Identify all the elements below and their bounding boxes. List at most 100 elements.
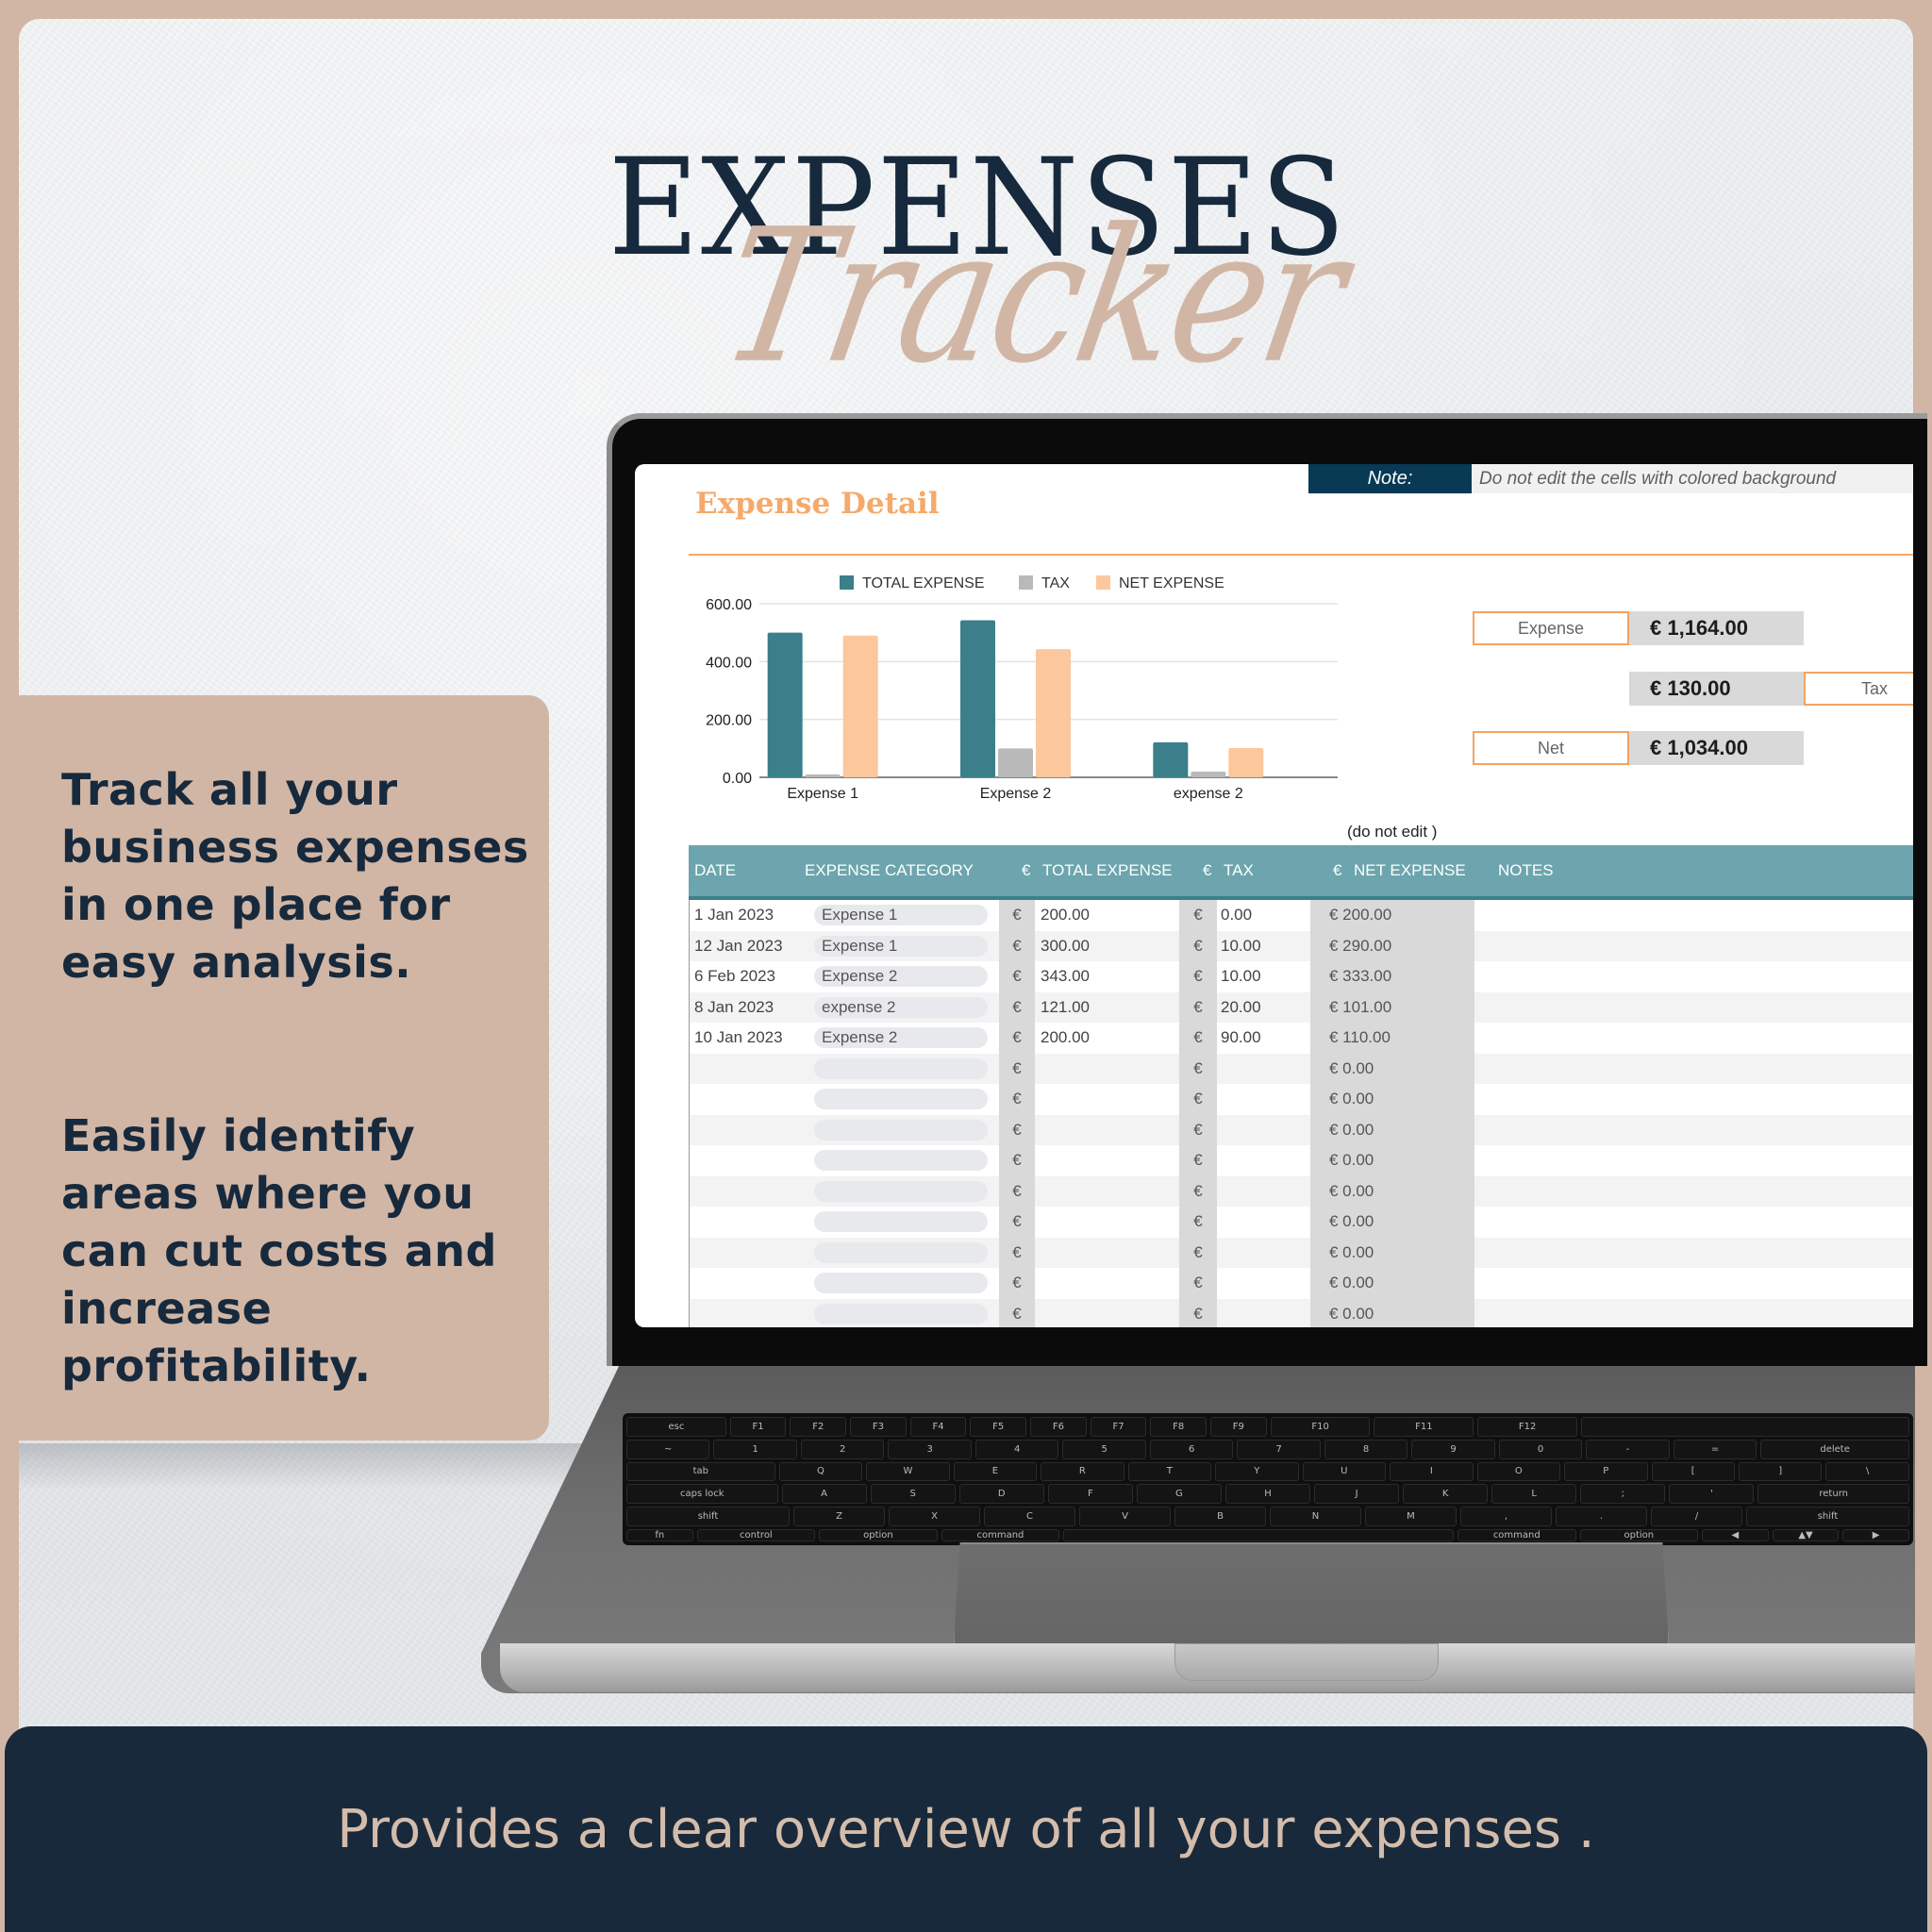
keyboard-key: F [1047,1484,1133,1505]
keyboard-key: command [1457,1528,1576,1541]
cell-total-currency: € [999,1053,1035,1084]
table-row: 12 Jan 2023 Expense 1 €300.00 €10.00 € 290.0… [690,930,1913,962]
summary-net-value: € 1,034.00 [1629,731,1804,765]
cell-net-expense: € 101.00 [1310,991,1474,1023]
cell-date[interactable]: 10 Jan 2023 [694,1023,783,1054]
feature-panel: Track all your business expenses in one … [19,695,549,1441]
expense-table-body: 1 Jan 2023 Expense 1 €200.00 €0.00 € 200.00 1… [689,900,1913,1327]
cell-date[interactable]: 1 Jan 2023 [694,900,774,931]
cell-net-expense: € 110.00 [1310,1023,1474,1054]
keyboard-key: option [819,1528,938,1541]
keyboard-key: U [1302,1461,1387,1482]
cell-category[interactable] [814,1211,988,1232]
keyboard-key: F1 [729,1417,787,1437]
cell-category[interactable] [814,1150,988,1171]
keyboard-row: esc F1 F2 F3 F4 F5 F6 F7 F8 F9 F10 F11 F12 [626,1417,1909,1437]
spreadsheet-screen: Expense Detail Note: Do not edit the cel… [635,464,1913,1327]
chart-bar [998,748,1033,777]
cell-category[interactable] [814,1303,988,1324]
cell-tax-currency: € [1179,991,1217,1023]
keyboard-key: C [984,1507,1075,1526]
cell-category[interactable]: Expense 1 [814,905,988,925]
cell-category[interactable]: Expense 1 [814,935,988,957]
col-total-expense[interactable]: TOTAL EXPENSE [1042,845,1173,896]
keyboard-key: - [1586,1439,1670,1459]
x-category-label: Expense 1 [787,786,858,802]
cell-category[interactable] [814,1241,988,1263]
cell-date[interactable]: 6 Feb 2023 [694,961,775,992]
keyboard-key: = [1673,1439,1757,1459]
col-date[interactable]: DATE [694,845,736,896]
keyboard-key: 6 [1149,1439,1234,1459]
cell-tax[interactable]: 90.00 [1221,1023,1261,1054]
keyboard-key: B [1174,1507,1266,1526]
table-header: DATE EXPENSE CATEGORY € TOTAL EXPENSE € … [689,845,1913,900]
y-tick-label: 400.00 [706,655,752,671]
legend-label: TOTAL EXPENSE [862,575,985,591]
cell-total-expense[interactable]: 200.00 [1041,900,1090,931]
cell-tax-currency: € [1179,1175,1217,1207]
cell-category[interactable]: Expense 2 [814,1027,988,1048]
keyboard-key: caps lock [626,1484,778,1505]
summary-expense-label: Expense [1473,611,1629,645]
keyboard-key: F5 [970,1417,1027,1437]
cell-total-expense[interactable]: 200.00 [1041,1023,1090,1054]
cell-category[interactable] [814,1180,988,1202]
cell-category[interactable] [814,1058,988,1079]
cell-date[interactable]: 12 Jan 2023 [694,931,783,962]
keyboard-key: X [889,1507,980,1526]
col-notes[interactable]: NOTES [1498,845,1554,896]
cell-tax[interactable]: 0.00 [1221,900,1252,931]
table-row: € € € 0.00 [690,1207,1913,1238]
legend-swatch [1019,575,1033,590]
keyboard-key: H [1224,1484,1311,1505]
cell-category[interactable] [814,1273,988,1293]
keyboard-key: 5 [1062,1439,1146,1459]
legend-swatch [1096,575,1110,590]
keyboard-key: M [1365,1507,1457,1526]
keyboard-key: command [941,1528,1060,1541]
keyboard-key: F11 [1374,1417,1474,1437]
cell-total-expense[interactable]: 300.00 [1041,931,1090,962]
cell-total-expense[interactable]: 121.00 [1041,992,1090,1024]
keyboard-key: 0 [1498,1439,1583,1459]
cell-net-expense: € 0.00 [1310,1207,1474,1238]
cell-category[interactable]: expense 2 [814,996,988,1018]
cell-net-expense: € 0.00 [1310,1145,1474,1176]
cell-total-currency: € [999,1084,1035,1115]
keyboard-key: F6 [1030,1417,1087,1437]
col-net-expense[interactable]: NET EXPENSE [1354,845,1466,896]
cell-total-expense[interactable]: 343.00 [1041,961,1090,992]
cell-net-expense: € 290.00 [1310,930,1474,961]
keyboard-key: delete [1760,1439,1909,1459]
cell-category[interactable]: Expense 2 [814,966,988,987]
cell-tax-currency: € [1179,930,1217,961]
keyboard-key: ; [1580,1484,1666,1505]
cell-category[interactable] [814,1119,988,1141]
cell-tax[interactable]: 10.00 [1221,961,1261,992]
col-net-currency: € [1333,861,1342,879]
keyboard-key: ~ [626,1439,710,1459]
keyboard-key: 2 [800,1439,885,1459]
keyboard-key: F10 [1270,1417,1371,1437]
cell-tax[interactable]: 10.00 [1221,931,1261,962]
keyboard-key: control [696,1528,816,1541]
table-row: € € € 0.00 [690,1084,1913,1115]
cell-tax-currency: € [1179,961,1217,992]
cell-net-expense: € 0.00 [1310,1298,1474,1327]
chart-bar [767,632,803,777]
col-tax[interactable]: TAX [1224,845,1254,896]
col-category[interactable]: EXPENSE CATEGORY [805,845,974,896]
cell-tax[interactable]: 20.00 [1221,992,1261,1024]
cell-tax-currency: € [1179,1053,1217,1084]
keyboard-key: tab [626,1461,775,1482]
table-row: € € € 0.00 [690,1298,1913,1327]
table-row: € € € 0.00 [690,1268,1913,1299]
cell-net-expense: € 0.00 [1310,1175,1474,1207]
cell-date[interactable]: 8 Jan 2023 [694,992,774,1024]
keyboard-key: F7 [1090,1417,1147,1437]
cell-net-expense: € 0.00 [1310,1268,1474,1299]
cell-total-currency: € [999,1023,1035,1054]
cell-category[interactable] [814,1089,988,1109]
keyboard-key: ◀ [1702,1528,1769,1541]
